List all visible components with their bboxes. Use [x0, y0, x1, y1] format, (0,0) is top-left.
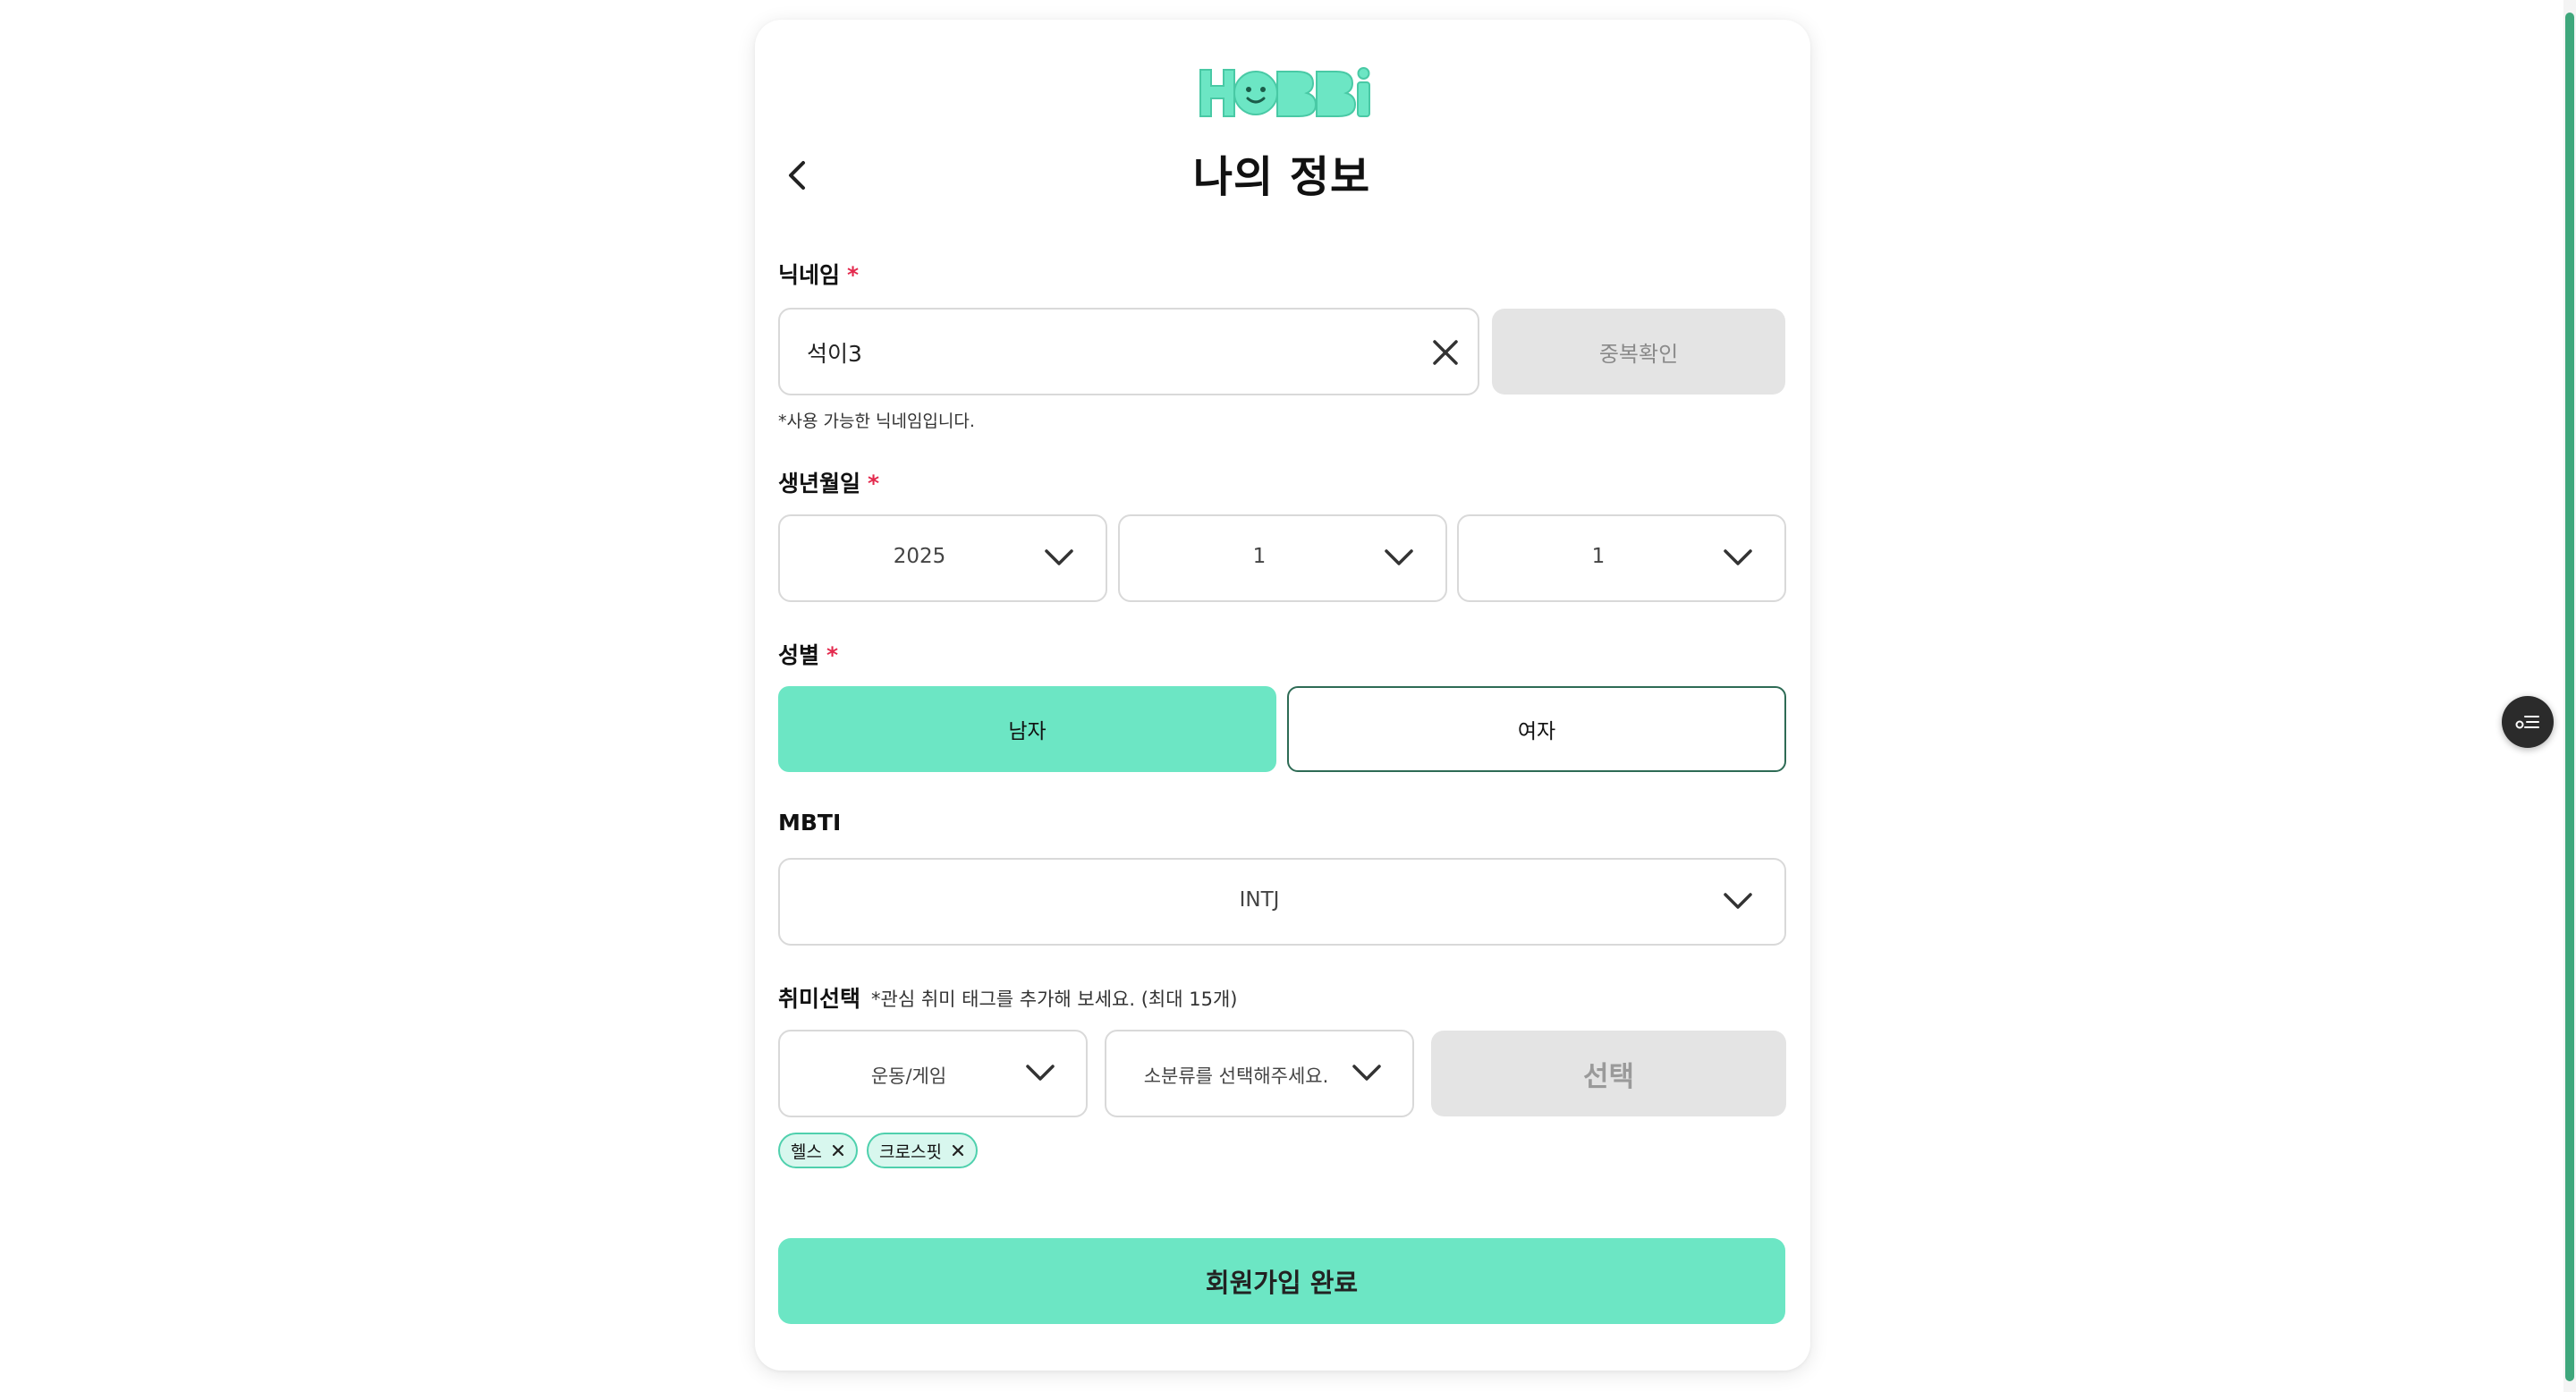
page-title: 나의 정보: [1192, 152, 1371, 202]
birth-day-value: 1: [1591, 545, 1606, 568]
gender-female-button[interactable]: 여자: [1287, 686, 1786, 772]
hobby-select-button[interactable]: 선택: [1431, 1031, 1786, 1116]
hobby-subcategory-placeholder: 소분류를 선택해주세요.: [1143, 1065, 1329, 1087]
required-mark: *: [868, 471, 880, 497]
chevron-down-icon: [1385, 549, 1413, 565]
gender-label-text: 성별: [778, 642, 820, 668]
nickname-label-text: 닉네임: [778, 262, 841, 288]
hobby-tag: 크로스핏: [867, 1133, 978, 1168]
chevron-down-icon: [1724, 893, 1752, 909]
mbti-value: INTJ: [1239, 888, 1280, 912]
gender-male-button[interactable]: 남자: [778, 686, 1276, 772]
hobbi-logo: [1199, 67, 1370, 117]
nickname-hint: *사용 가능한 닉네임입니다.: [778, 412, 975, 431]
duplicate-check-button[interactable]: 중복확인: [1492, 309, 1785, 395]
chevron-down-icon: [1045, 549, 1073, 565]
nickname-value[interactable]: 석이3: [807, 336, 862, 369]
chevron-down-icon: [1352, 1065, 1381, 1081]
required-mark: *: [847, 262, 860, 288]
close-icon[interactable]: [831, 1143, 845, 1158]
birth-month-value: 1: [1252, 545, 1267, 568]
birth-label-text: 생년월일: [778, 471, 861, 497]
chevron-down-icon: [1026, 1065, 1055, 1081]
scrollbar-thumb[interactable]: [2565, 13, 2574, 1381]
close-icon[interactable]: [951, 1143, 965, 1158]
hobby-label: 취미선택: [778, 986, 861, 1012]
mbti-label: MBTI: [778, 810, 842, 836]
chevron-down-icon: [1724, 549, 1752, 565]
birth-year-value: 2025: [893, 545, 946, 568]
hobby-category-value: 운동/게임: [870, 1065, 947, 1087]
required-mark: *: [826, 642, 839, 668]
filter-list-icon: [2515, 716, 2539, 729]
signup-complete-button[interactable]: 회원가입 완료: [778, 1238, 1785, 1324]
floating-menu-button[interactable]: [2502, 696, 2554, 748]
close-icon[interactable]: [1431, 338, 1460, 367]
hobby-tag-label: 헬스: [791, 1142, 822, 1162]
nickname-label: 닉네임 *: [778, 258, 859, 290]
gender-label: 성별 *: [778, 638, 838, 670]
hobby-hint: *관심 취미 태그를 추가해 보세요. (최대 15개): [871, 989, 1238, 1010]
hobby-tag: 헬스: [778, 1133, 858, 1168]
nickname-input[interactable]: [778, 308, 1479, 395]
hobby-tag-label: 크로스핏: [879, 1142, 942, 1162]
birth-label: 생년월일 *: [778, 466, 879, 498]
